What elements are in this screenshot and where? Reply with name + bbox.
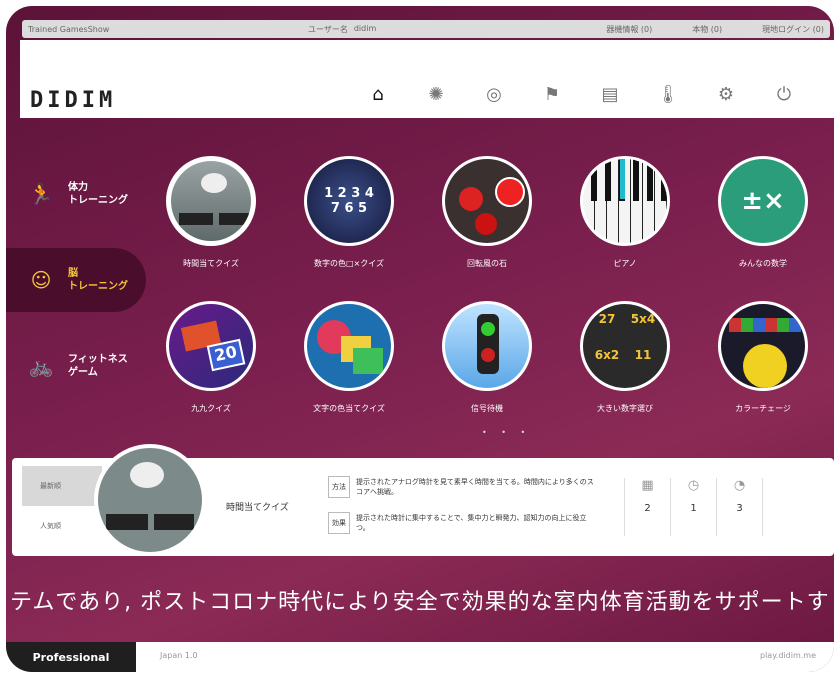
app-name: Trained GamesShow	[28, 24, 110, 34]
brain-icon: ☺	[30, 268, 52, 292]
game-label: 文字の色当てクイズ	[313, 404, 385, 413]
app-window: Trained GamesShow ユーザー名 didim 器機情報 (0) 本…	[6, 6, 834, 672]
status-device: 器機情報 (0)	[606, 24, 653, 34]
game-card[interactable]: 27 5x4 6x2 11 大きい数字選び	[555, 301, 695, 414]
game-thumbnail	[580, 156, 670, 246]
game-thumbnail: ±×	[718, 156, 808, 246]
gear-icon[interactable]: ⚙	[714, 82, 738, 106]
game-thumbnail	[442, 301, 532, 391]
game-card[interactable]: 回転風の石	[417, 156, 557, 269]
thermometer-icon[interactable]: 🌡	[656, 82, 680, 106]
effect-text: 提示された時計に集中することで、集中力と瞬発力、認知力の向上に役立つ。	[356, 514, 587, 532]
stat-clock: ◔ 3	[717, 478, 763, 536]
sidebar-item-physical[interactable]: 🏃 体力 トレーニング	[6, 162, 146, 226]
game-thumbnail	[166, 156, 256, 246]
stat-value: 2	[644, 503, 651, 514]
game-thumbnail	[442, 156, 532, 246]
status-bar: Trained GamesShow ユーザー名 didim 器機情報 (0) 本…	[22, 20, 830, 38]
version-label: Japan 1.0	[160, 651, 198, 660]
game-detail-panel: 最新順 人気順 時間当てクイズ 方法 提示されたアナログ時計を見て素早く時間を当…	[12, 444, 834, 556]
sidebar-item-label: 体力 トレーニング	[68, 182, 128, 206]
category-sidebar: 🏃 体力 トレーニング ☺ 脳 トレーニング 🚲 フィットネス ゲーム	[6, 124, 146, 454]
status-actual: 本物 (0)	[692, 24, 723, 34]
game-card[interactable]: 時間当てクイズ	[141, 156, 281, 269]
podium-icon[interactable]: ⚑	[540, 82, 564, 106]
logo: DIDIM	[30, 88, 117, 113]
game-thumbnail: 20	[166, 301, 256, 391]
method-tag: 方法	[328, 476, 350, 498]
effect-tag: 効果	[328, 512, 350, 534]
home-icon[interactable]: ⌂	[366, 82, 390, 106]
stat-value: 1	[690, 503, 697, 514]
sidebar-item-fitness[interactable]: 🚲 フィットネス ゲーム	[6, 334, 146, 398]
game-label: 大きい数字選び	[597, 404, 653, 413]
game-label: みんなの数学	[739, 259, 787, 268]
tab-latest[interactable]: 最新順	[22, 466, 102, 506]
nav-bar: ⌂ ✺ ◎ ⚑ ▤ 🌡 ⚙ ⏻	[366, 82, 796, 106]
game-thumbnail: 27 5x4 6x2 11	[580, 301, 670, 391]
stat-value: 3	[736, 503, 743, 514]
game-thumbnail	[304, 301, 394, 391]
clock-icon: ◔	[733, 478, 746, 493]
header: DIDIM ⌂ ✺ ◎ ⚑ ▤ 🌡 ⚙ ⏻	[20, 40, 834, 118]
game-card[interactable]: 信号待機	[417, 301, 557, 414]
runner-icon: 🏃	[28, 182, 54, 206]
footer: Professional Japan 1.0 play.didim.me	[6, 642, 834, 672]
game-label: カラーチェージ	[735, 404, 791, 413]
selected-game-thumbnail	[94, 444, 206, 556]
game-grid: 時間当てクイズ 1 2 3 47 6 5 数字の色□×クイズ 回転風の石 ピアノ	[156, 156, 834, 436]
status-login: 現地ログイン (0)	[762, 24, 824, 34]
timer-icon: ◷	[687, 478, 700, 493]
stat-timer: ◷ 1	[671, 478, 717, 536]
target-icon[interactable]: ◎	[482, 82, 506, 106]
game-label: 時間当てクイズ	[183, 259, 239, 268]
game-card[interactable]: ピアノ	[555, 156, 695, 269]
game-card[interactable]: カラーチェージ	[693, 301, 833, 414]
marketing-banner: テムであり, ポストコロナ時代により安全で効果的な室内体育活動をサポートす	[10, 590, 830, 615]
user-label: ユーザー名	[308, 24, 348, 34]
game-card[interactable]: 1 2 3 47 6 5 数字の色□×クイズ	[279, 156, 419, 269]
game-label: 数字の色□×クイズ	[313, 259, 385, 268]
sort-tabs: 最新順 人気順	[22, 466, 102, 546]
method-text: 提示されたアナログ時計を見て素早く時間を当てる。時間内により多くのスコアへ挑戦。	[356, 478, 594, 496]
game-thumbnail: 1 2 3 47 6 5	[304, 156, 394, 246]
sun-icon[interactable]: ✺	[424, 82, 448, 106]
game-label: 回転風の石	[467, 259, 507, 268]
effect-row: 効果 提示された時計に集中することで、集中力と瞬発力、認知力の向上に役立つ。	[328, 512, 596, 534]
user-value: didim	[353, 23, 377, 33]
selected-game-name: 時間当てクイズ	[226, 503, 289, 513]
game-label: 九九クイズ	[191, 404, 231, 413]
page-indicator[interactable]: • • •	[482, 428, 531, 437]
game-card[interactable]: 文字の色当てクイズ	[279, 301, 419, 414]
game-label: 信号待機	[471, 404, 503, 413]
game-thumbnail	[718, 301, 808, 391]
edition-label: Professional	[6, 642, 136, 672]
power-icon[interactable]: ⏻	[772, 82, 796, 106]
stat-calendar: ▦ 2	[625, 478, 671, 536]
clipboard-icon[interactable]: ▤	[598, 82, 622, 106]
game-stats: ▦ 2 ◷ 1 ◔ 3	[624, 478, 763, 536]
calendar-icon: ▦	[641, 478, 654, 493]
game-card[interactable]: ±× みんなの数学	[693, 156, 833, 269]
game-card[interactable]: 20 九九クイズ	[141, 301, 281, 414]
sidebar-item-label: フィットネス ゲーム	[68, 354, 128, 378]
sidebar-item-brain[interactable]: ☺ 脳 トレーニング	[6, 248, 146, 312]
sidebar-item-label: 脳 トレーニング	[68, 268, 128, 292]
game-label: ピアノ	[613, 259, 637, 268]
bike-icon: 🚲	[28, 354, 54, 378]
method-row: 方法 提示されたアナログ時計を見て素早く時間を当てる。時間内により多くのスコアへ…	[328, 476, 596, 498]
site-url: play.didim.me	[760, 651, 816, 660]
tab-popular[interactable]: 人気順	[22, 506, 102, 546]
